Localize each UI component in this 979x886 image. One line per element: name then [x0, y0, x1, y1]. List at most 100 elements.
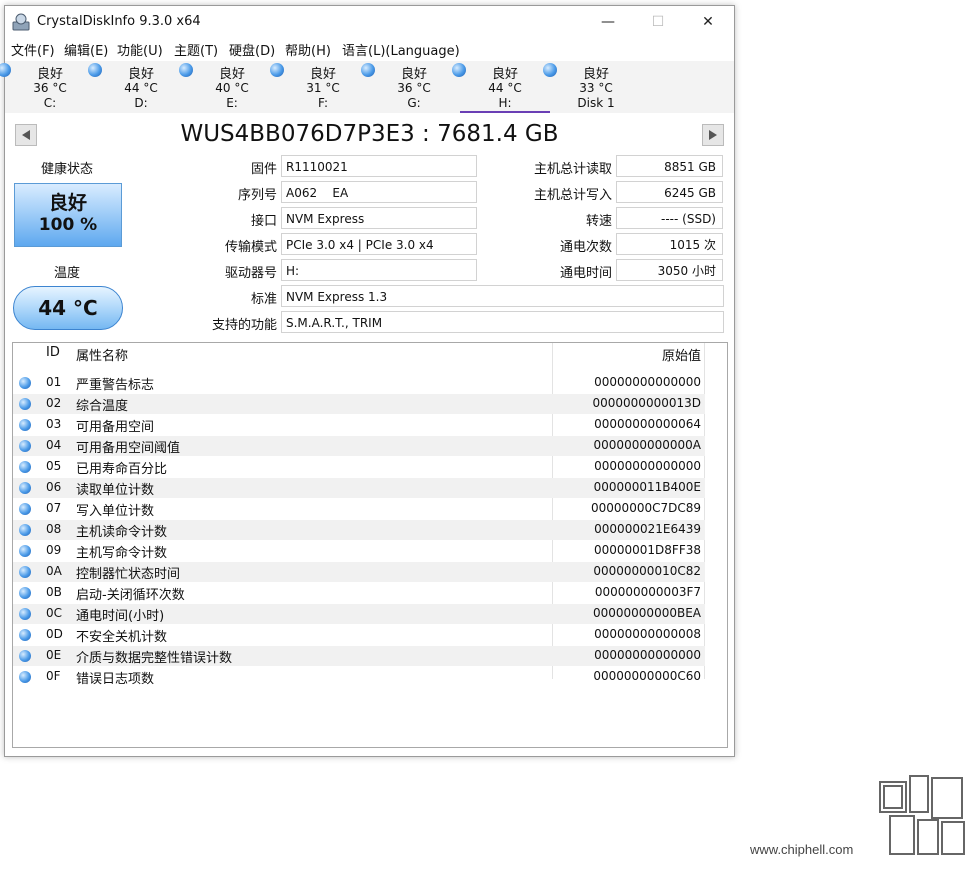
row-id: 07 [46, 501, 62, 515]
drive-bar: 良好 36 °C C: 良好 44 °C D: 良好 40 °C E: 良好 3… [0, 61, 734, 113]
standard-value: NVM Express 1.3 [281, 285, 724, 307]
drive-temp: 44 °C [124, 81, 158, 95]
menu-theme[interactable]: 主题(T) [174, 40, 218, 59]
status-dot-icon [19, 671, 31, 683]
table-row[interactable]: 09 主机写命令计数 00000001D8FF38 [13, 541, 705, 561]
close-button[interactable]: ✕ [685, 6, 731, 38]
row-raw: 00000000000000 [594, 375, 701, 389]
header-raw-value[interactable]: 原始值 [662, 345, 701, 364]
status-dot-icon [19, 587, 31, 599]
row-name: 可用备用空间阈值 [76, 441, 181, 456]
transfer-mode-value: PCIe 3.0 x4 | PCIe 3.0 x4 [281, 233, 477, 255]
status-dot-icon [19, 545, 31, 557]
table-row[interactable]: 05 已用寿命百分比 00000000000000 [13, 457, 705, 477]
drive-letter: E: [226, 96, 238, 110]
host-reads-value: 8851 GB [616, 155, 723, 177]
status-dot-icon [19, 524, 31, 536]
row-id: 09 [46, 543, 62, 557]
transfer-mode-label: 传输模式 [224, 240, 277, 255]
row-raw: 000000021E6439 [594, 522, 701, 536]
row-name: 综合温度 [76, 399, 129, 414]
row-name: 介质与数据完整性错误计数 [76, 651, 233, 666]
row-name: 错误日志项数 [76, 672, 155, 687]
table-row[interactable]: 0E 介质与数据完整性错误计数 00000000000000 [13, 646, 705, 666]
row-raw: 00000001D8FF38 [593, 543, 701, 557]
drive-status: 良好 [127, 67, 154, 82]
table-row[interactable]: 01 严重警告标志 00000000000000 [13, 373, 705, 393]
row-name: 主机写命令计数 [76, 546, 168, 561]
menu-help[interactable]: 帮助(H) [285, 40, 331, 59]
row-raw: 00000000000C60 [593, 669, 701, 683]
status-dot-icon [19, 440, 31, 452]
smart-attribute-table[interactable]: ID 属性名称 原始值 01 严重警告标志 00000000000000 02 综合温… [12, 342, 728, 748]
menu-disk[interactable]: 硬盘(D) [229, 40, 275, 59]
firmware-value: R1110021 [281, 155, 477, 177]
table-row[interactable]: 08 主机读命令计数 000000021E6439 [13, 520, 705, 540]
table-header: ID 属性名称 原始值 [13, 343, 705, 364]
drive-status: 良好 [582, 67, 609, 82]
row-name: 不安全关机计数 [76, 630, 168, 645]
table-row[interactable]: 0C 通电时间(小时) 00000000000BEA [13, 604, 705, 624]
drive-letter: G: [407, 96, 421, 110]
row-name: 主机读命令计数 [76, 525, 168, 540]
health-label: 健康状态 [40, 162, 93, 177]
rotation-value: ---- (SSD) [616, 207, 723, 229]
table-row[interactable]: 0B 启动-关闭循环次数 000000000003F7 [13, 583, 705, 603]
menu-edit[interactable]: 编辑(E) [64, 40, 108, 59]
header-attribute-name[interactable]: 属性名称 [76, 345, 128, 364]
row-name: 控制器忙状态时间 [76, 567, 181, 582]
next-disk-button[interactable] [702, 124, 724, 146]
row-name: 通电时间(小时) [76, 609, 165, 624]
drive-tab-disk1[interactable]: 良好 33 °C Disk 1 [543, 61, 641, 111]
drive-tab-f[interactable]: 良好 31 °C F: [270, 61, 368, 111]
status-dot-icon [19, 398, 31, 410]
drive-tab-e[interactable]: 良好 40 °C E: [179, 61, 277, 111]
table-row[interactable]: 07 写入单位计数 00000000C7DC89 [13, 499, 705, 519]
drive-tab-h[interactable]: 良好 44 °C H: [452, 61, 550, 113]
features-label: 支持的功能 [211, 318, 277, 333]
row-id: 0F [46, 669, 61, 683]
header-id[interactable]: ID [46, 345, 60, 360]
status-dot-icon [19, 608, 31, 620]
table-row[interactable]: 0D 不安全关机计数 00000000000008 [13, 625, 705, 645]
status-dot-icon [19, 419, 31, 431]
minimize-button[interactable]: — [585, 6, 631, 38]
status-dot-icon [19, 503, 31, 515]
menu-file[interactable]: 文件(F) [11, 40, 55, 59]
menu-language[interactable]: 语言(L)(Language) [342, 40, 460, 59]
power-hours-label: 通电时间 [559, 266, 612, 281]
table-row[interactable]: 06 读取单位计数 000000011B400E [13, 478, 705, 498]
rotation-label: 转速 [585, 214, 612, 229]
row-id: 08 [46, 522, 62, 536]
maximize-button[interactable]: ☐ [635, 6, 681, 38]
status-dot-icon [19, 377, 31, 389]
status-dot-icon [19, 650, 31, 662]
table-row[interactable]: 0A 控制器忙状态时间 00000000010C82 [13, 562, 705, 582]
row-id: 01 [46, 375, 62, 389]
host-reads-label: 主机总计读取 [533, 162, 612, 177]
table-row[interactable]: 0F 错误日志项数 00000000000C60 [13, 667, 705, 687]
row-name: 读取单位计数 [76, 483, 155, 498]
drive-letter-label: 驱动器号 [224, 266, 277, 281]
drive-letter-value: H: [281, 259, 477, 281]
table-row[interactable]: 03 可用备用空间 00000000000064 [13, 415, 705, 435]
row-id: 06 [46, 480, 62, 494]
table-row[interactable]: 04 可用备用空间阈值 0000000000000A [13, 436, 705, 456]
power-count-value: 1015 次 [616, 233, 723, 255]
host-writes-value: 6245 GB [616, 181, 723, 203]
row-raw: 0000000000013D [592, 396, 702, 410]
drive-letter: H: [498, 96, 512, 110]
row-id: 04 [46, 438, 62, 452]
drive-temp: 44 °C [488, 81, 522, 95]
status-dot-icon [19, 461, 31, 473]
standard-label: 标准 [250, 292, 277, 307]
table-row[interactable]: 02 综合温度 0000000000013D [13, 394, 705, 414]
interface-value: NVM Express [281, 207, 477, 229]
drive-tab-d[interactable]: 良好 44 °C D: [88, 61, 186, 111]
row-raw: 00000000010C82 [593, 564, 701, 578]
drive-tab-c[interactable]: 良好 36 °C C: [0, 61, 95, 111]
drive-tab-g[interactable]: 良好 36 °C G: [361, 61, 459, 111]
row-raw: 00000000000BEA [592, 606, 701, 620]
health-status: 良好 [48, 192, 87, 214]
menu-function[interactable]: 功能(U) [117, 40, 163, 59]
